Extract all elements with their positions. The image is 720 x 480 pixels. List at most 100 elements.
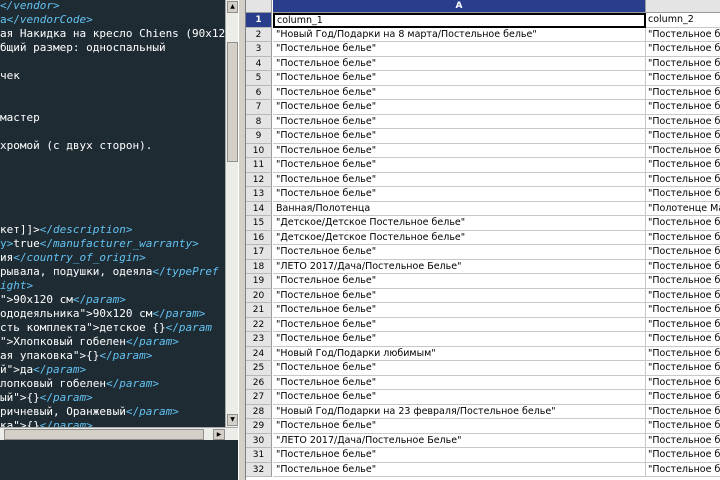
cell-column-a[interactable]: "Детское/Детское Постельное белье": [273, 216, 646, 231]
column-header-b[interactable]: [646, 0, 720, 13]
cell-column-a[interactable]: "Постельное белье": [273, 71, 646, 86]
code-editor-pane[interactable]: </vendor> a</vendorCode> ая Накидка на кре…: [0, 0, 238, 480]
cell-column-a[interactable]: "Постельное белье": [273, 42, 646, 57]
row-header[interactable]: 11: [246, 158, 272, 173]
cell-column-a[interactable]: "Постельное белье": [273, 332, 646, 347]
cell-column-a[interactable]: "Новый Год/Подарки любимым": [273, 346, 646, 361]
row-header[interactable]: 20: [246, 288, 272, 303]
cell-column-a[interactable]: "Постельное белье": [273, 85, 646, 100]
row-header[interactable]: 7: [246, 100, 272, 115]
cell-column-b[interactable]: "Постельное бе: [646, 361, 720, 376]
row-header[interactable]: 13: [246, 187, 272, 202]
cell-column-a[interactable]: "Постельное белье": [273, 56, 646, 71]
scroll-up-button[interactable]: ▲: [227, 1, 238, 13]
row-header[interactable]: 1: [246, 13, 272, 28]
editor-vertical-scroll-thumb[interactable]: [227, 42, 238, 162]
cell-column-b[interactable]: "Постельное бе: [646, 28, 720, 42]
cell-column-b[interactable]: "Постельное бе: [646, 129, 720, 144]
cell-column-b[interactable]: "Постельное бе: [646, 100, 720, 115]
cell-column-a[interactable]: "Постельное белье": [273, 187, 646, 202]
cell-column-b[interactable]: "Постельное бе: [646, 419, 720, 434]
cell-column-b[interactable]: "Постельное бе: [646, 57, 720, 71]
row-header[interactable]: 5: [246, 71, 272, 86]
row-header[interactable]: 28: [246, 404, 272, 419]
cell-column-b[interactable]: "Постельное бе: [646, 86, 720, 100]
cell-column-a[interactable]: "Постельное белье": [273, 375, 646, 390]
row-header[interactable]: 16: [246, 230, 272, 245]
row-header[interactable]: 30: [246, 433, 272, 448]
column-header-a[interactable]: A: [273, 0, 646, 13]
cell-column-b[interactable]: "Постельное бе: [646, 332, 720, 347]
row-header[interactable]: 19: [246, 274, 272, 289]
scroll-right-button[interactable]: ▶: [213, 429, 225, 440]
cell-column-a[interactable]: "Новый Год/Подарки на 8 марта/Постельное…: [273, 27, 646, 42]
cell-column-a[interactable]: "Постельное белье": [273, 143, 646, 158]
cell-column-a[interactable]: "Постельное белье": [273, 100, 646, 115]
cell-column-a[interactable]: "Детское/Детское Постельное белье": [273, 230, 646, 245]
cell-column-b[interactable]: "Постельное бе: [646, 144, 720, 158]
row-header[interactable]: 3: [246, 42, 272, 57]
row-header[interactable]: 23: [246, 332, 272, 347]
row-header[interactable]: 24: [246, 346, 272, 361]
cell-column-a[interactable]: "Постельное белье": [273, 361, 646, 376]
select-all-corner[interactable]: [246, 0, 272, 13]
row-header[interactable]: 21: [246, 303, 272, 318]
row-header[interactable]: 26: [246, 375, 272, 390]
code-text-area[interactable]: </vendor> a</vendorCode> ая Накидка на кре…: [0, 0, 225, 427]
cell-column-a[interactable]: "Постельное белье": [273, 390, 646, 405]
cell-column-b[interactable]: "Постельное бе: [646, 390, 720, 405]
cell-column-b[interactable]: "Постельное бе: [646, 303, 720, 318]
cell-column-b[interactable]: "Постельное бе: [646, 71, 720, 86]
cell-column-b[interactable]: "Постельное бе: [646, 245, 720, 260]
cell-column-b[interactable]: "Постельное бе: [646, 463, 720, 477]
cell-column-a[interactable]: "Постельное белье": [273, 172, 646, 187]
cell-column-a[interactable]: "Постельное белье": [273, 448, 646, 463]
cell-column-b[interactable]: "Постельное бе: [646, 376, 720, 390]
row-header[interactable]: 14: [246, 201, 272, 216]
cell-column-b[interactable]: "Постельное бе: [646, 115, 720, 129]
editor-horizontal-scroll-thumb[interactable]: [4, 429, 204, 440]
cell-column-b[interactable]: "Постельное бе: [646, 448, 720, 463]
cell-column-b[interactable]: "Постельное бе: [646, 173, 720, 187]
cell-column-a[interactable]: "Постельное белье": [273, 419, 646, 434]
row-header[interactable]: 22: [246, 317, 272, 332]
row-header[interactable]: 10: [246, 143, 272, 158]
row-header[interactable]: 15: [246, 216, 272, 231]
cell-column-a[interactable]: "Новый Год/Подарки на 23 февраля/Постель…: [273, 404, 646, 419]
row-header[interactable]: 32: [246, 462, 272, 477]
active-cell[interactable]: column_1: [273, 13, 646, 28]
cell-column-a[interactable]: "Постельное белье": [273, 274, 646, 289]
cell-column-b[interactable]: "Постельное бе: [646, 289, 720, 303]
cell-column-b[interactable]: "Постельное бе: [646, 216, 720, 231]
cell-column-a[interactable]: "Постельное белье": [273, 129, 646, 144]
row-header[interactable]: 9: [246, 129, 272, 144]
spreadsheet-grid[interactable]: A 1 column_1 column_2 2 "Новый Год/Подарки н…: [246, 0, 720, 480]
cell-column-a[interactable]: "ЛЕТО 2017/Дача/Постельное Белье": [273, 433, 646, 448]
cell-column-a[interactable]: "Постельное белье": [273, 288, 646, 303]
cell-column-b[interactable]: column_2: [646, 13, 720, 28]
row-header[interactable]: 12: [246, 172, 272, 187]
cell-column-b[interactable]: "Постельное бе: [646, 42, 720, 57]
row-header[interactable]: 17: [246, 245, 272, 260]
row-header[interactable]: 8: [246, 114, 272, 129]
row-header[interactable]: 2: [246, 27, 272, 42]
row-header[interactable]: 4: [246, 56, 272, 71]
cell-column-b[interactable]: "Постельное бе: [646, 231, 720, 245]
row-header[interactable]: 27: [246, 390, 272, 405]
cell-column-b[interactable]: "Постельное бе: [646, 434, 720, 448]
scroll-down-button[interactable]: ▼: [227, 414, 238, 426]
cell-column-a[interactable]: "Постельное белье": [273, 303, 646, 318]
cell-column-a[interactable]: "Постельное белье": [273, 317, 646, 332]
cell-column-b[interactable]: "Постельное бе: [646, 347, 720, 361]
editor-horizontal-scrollbar[interactable]: ▶: [0, 427, 238, 440]
row-header[interactable]: 25: [246, 361, 272, 376]
cell-column-a[interactable]: Ванная/Полотенца: [273, 201, 646, 216]
editor-vertical-scrollbar[interactable]: ▲ ▼: [225, 0, 238, 427]
cell-column-a[interactable]: "Постельное белье": [273, 245, 646, 260]
row-header[interactable]: 29: [246, 419, 272, 434]
row-header[interactable]: 6: [246, 85, 272, 100]
cell-column-a[interactable]: "ЛЕТО 2017/Дача/Постельное Белье": [273, 259, 646, 274]
cell-column-b[interactable]: "Постельное бе: [646, 318, 720, 332]
cell-column-a[interactable]: "Постельное белье": [273, 158, 646, 173]
cell-column-a[interactable]: "Постельное белье": [273, 114, 646, 129]
